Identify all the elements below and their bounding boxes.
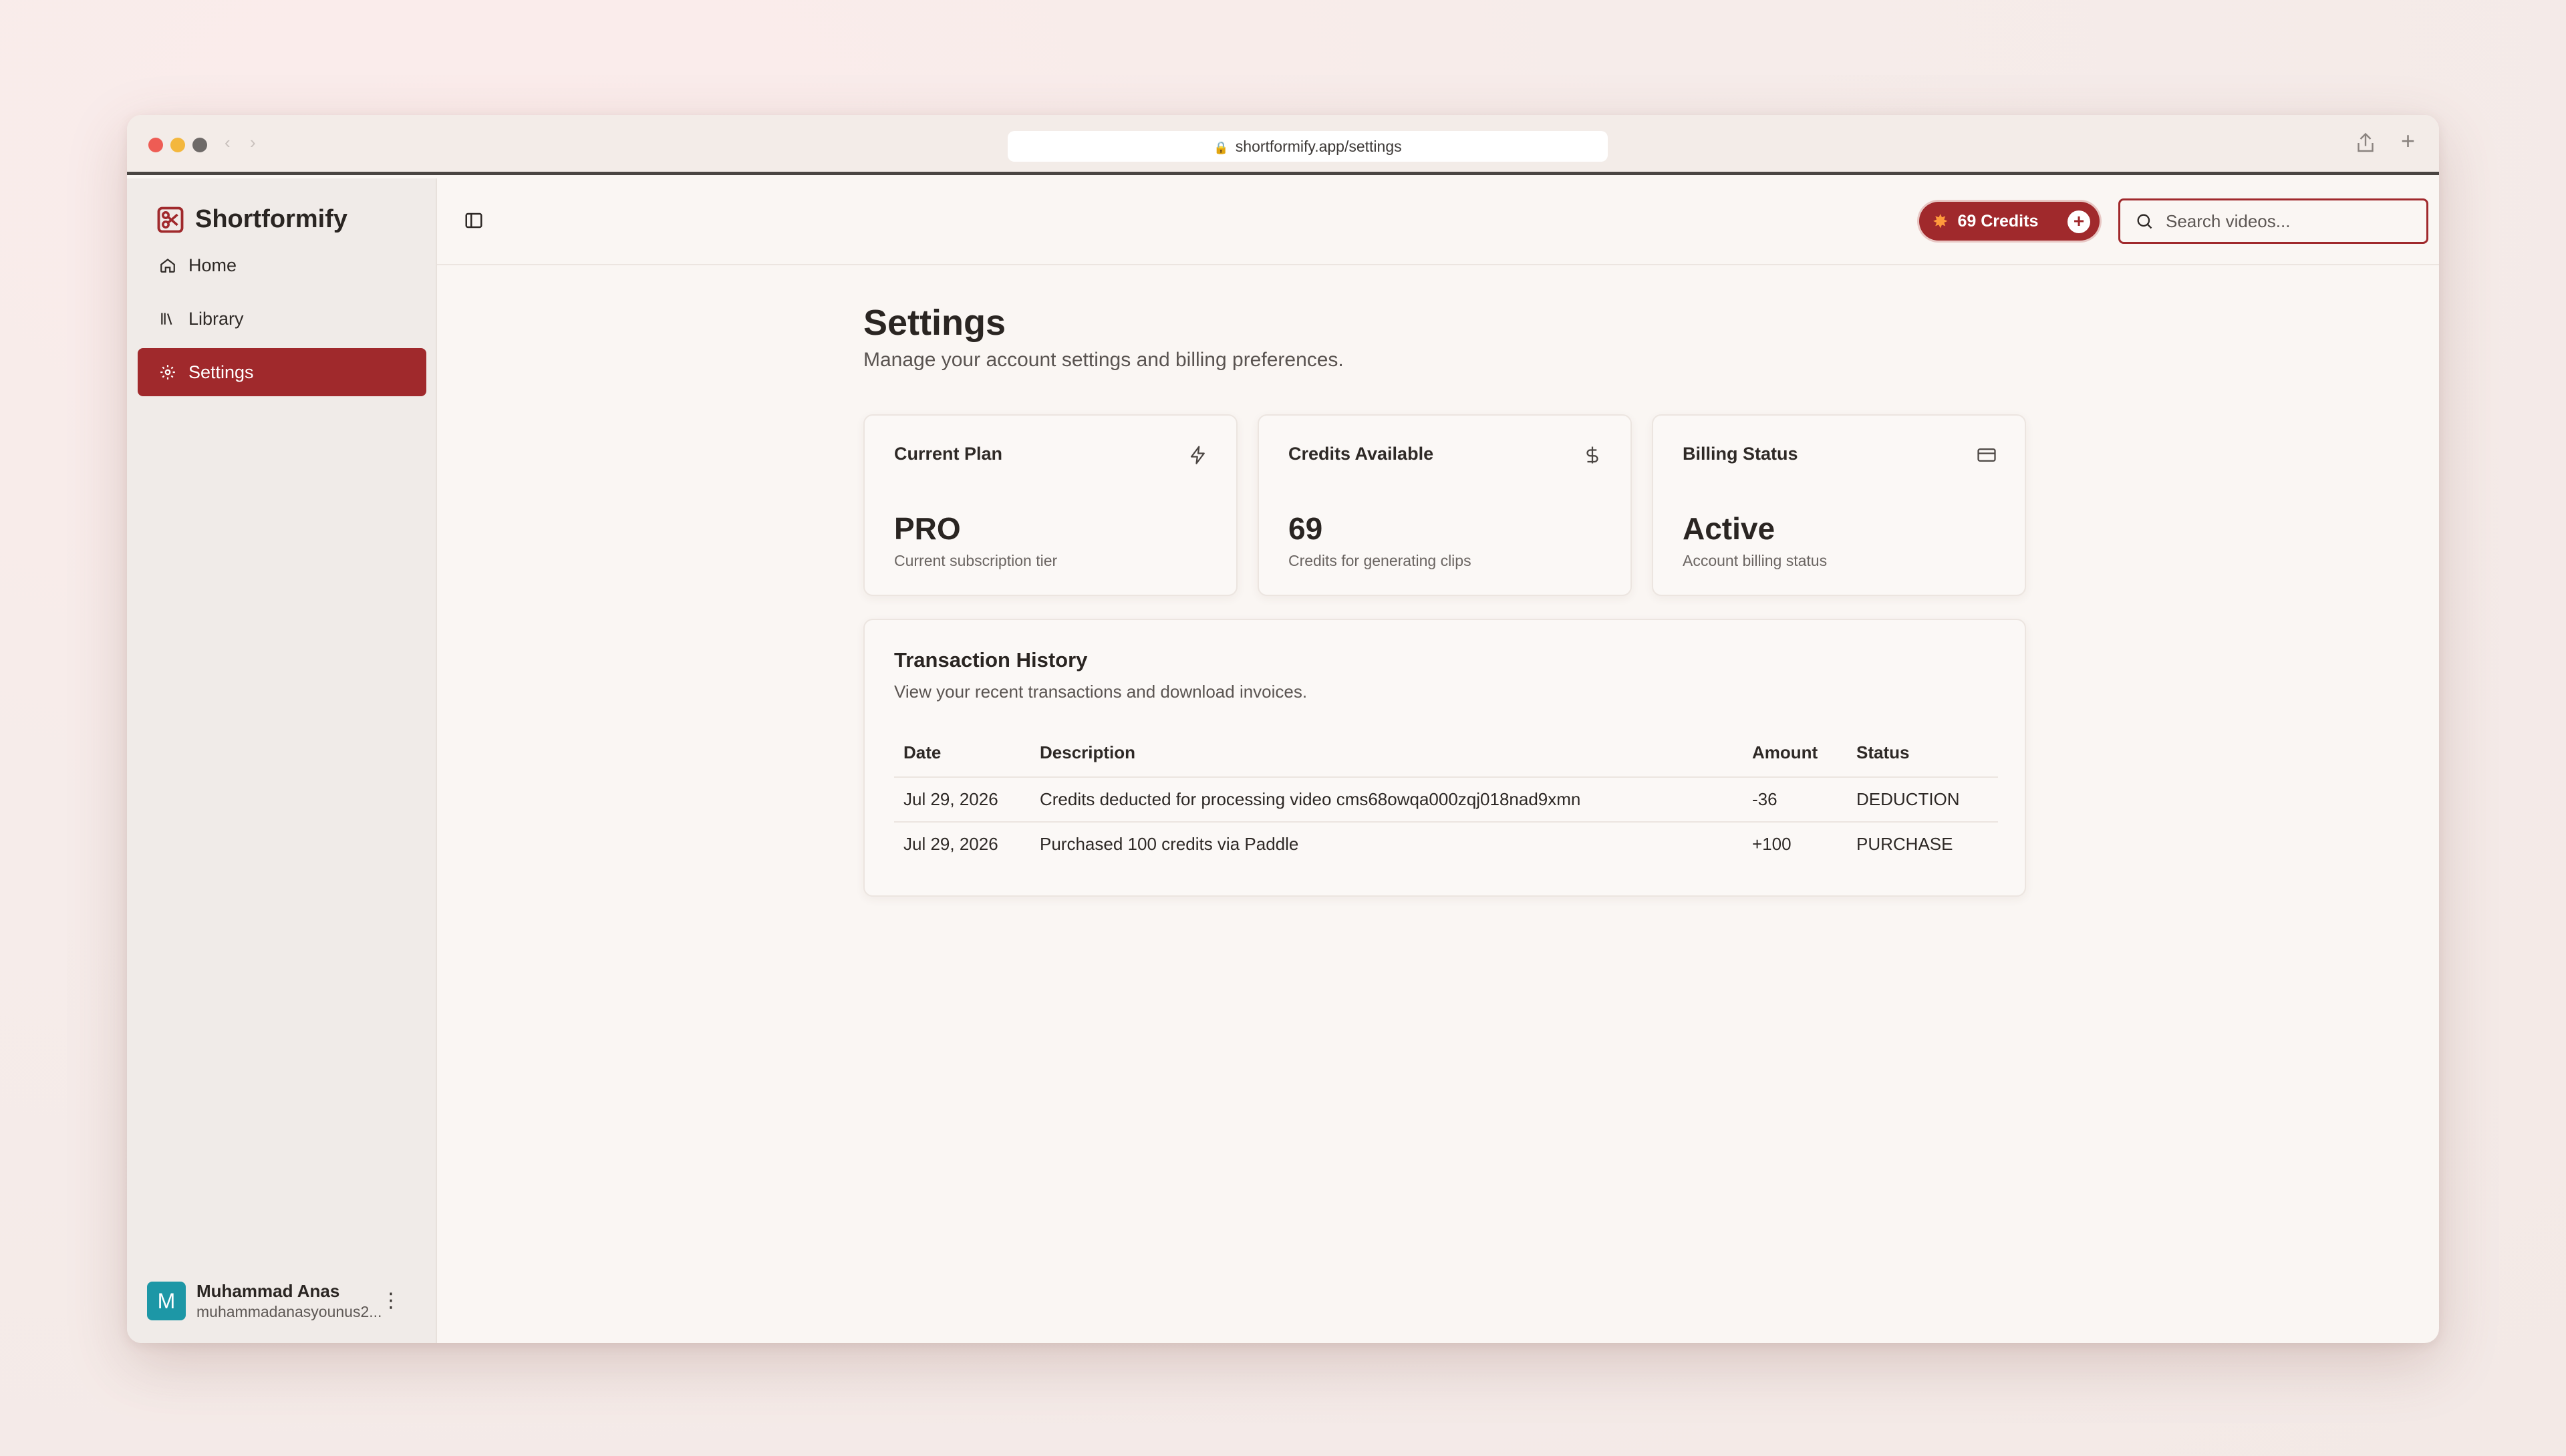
- page-subtitle: Manage your account settings and billing…: [863, 349, 1344, 371]
- credit-card-icon: [1977, 448, 1996, 462]
- stat-description: Account billing status: [1683, 552, 1828, 569]
- sidebar-item-label: Home: [188, 255, 237, 275]
- column-header-status: Status: [1847, 733, 1998, 778]
- cell-amount: -36: [1743, 777, 1847, 823]
- stat-description: Current subscription tier: [894, 552, 1058, 569]
- cell-description: Purchased 100 credits via Paddle: [1040, 834, 1299, 854]
- address-bar[interactable]: 🔒 shortformify.app/settings: [1008, 131, 1608, 162]
- zap-icon: [1190, 446, 1205, 464]
- stat-label: Billing Status: [1683, 444, 1798, 464]
- browser-titlebar: ‹ › 🔒 shortformify.app/settings +: [127, 115, 2439, 175]
- cell-status: PURCHASE: [1856, 834, 1953, 854]
- sidebar-item-label: Settings: [188, 361, 254, 382]
- search-box[interactable]: [2118, 198, 2428, 244]
- sidebar-item-label: Library: [188, 308, 244, 329]
- credits-button[interactable]: ✸ 69 Credits +: [1919, 202, 2100, 241]
- sidebar-item-home[interactable]: Home: [138, 241, 426, 289]
- stat-value: Active: [1683, 511, 1775, 546]
- billing-status-card: Billing Status Active Account billing st…: [1652, 414, 2026, 596]
- column-header-amount: Amount: [1743, 733, 1847, 778]
- section-subtitle: View your recent transactions and downlo…: [894, 682, 1308, 702]
- cell-description: Credits deducted for processing video cm…: [1030, 777, 1743, 823]
- dollar-icon: [1586, 446, 1598, 464]
- section-title: Transaction History: [894, 648, 1088, 672]
- stat-label: Credits Available: [1288, 444, 1434, 464]
- browser-window: ‹ › 🔒 shortformify.app/settings + Shortfo…: [127, 115, 2439, 1343]
- stat-value: 69: [1288, 511, 1323, 546]
- library-icon: [161, 313, 172, 325]
- user-profile[interactable]: M Muhammad Anas muhammadanasyounus2... ⋮: [147, 1281, 421, 1321]
- stat-label: Current Plan: [894, 444, 1003, 464]
- add-credits-icon[interactable]: +: [2068, 210, 2090, 233]
- new-tab-icon[interactable]: +: [2401, 127, 2415, 155]
- scissors-logo-icon: [157, 206, 184, 233]
- cell-date: Jul 29, 2026: [903, 834, 998, 854]
- table-row[interactable]: Jul 29, 2026 Credits deducted for proces…: [894, 777, 1998, 823]
- avatar: M: [147, 1282, 186, 1320]
- column-header-date: Date: [894, 733, 1030, 778]
- brand[interactable]: Shortformify: [156, 205, 347, 234]
- credits-available-card: Credits Available 69 Credits for generat…: [1258, 414, 1632, 596]
- transactions-table: Date Description Amount Status Jul 29, 2…: [894, 733, 1998, 866]
- home-icon: [160, 258, 175, 273]
- brand-name: Shortformify: [195, 205, 347, 233]
- sidebar: Shortformify Home Library Settings M Muh…: [127, 178, 437, 1343]
- sidebar-item-settings[interactable]: Settings: [138, 348, 426, 396]
- user-email: muhammadanasyounus2...: [196, 1303, 382, 1320]
- close-window-button[interactable]: [148, 138, 163, 152]
- cell-amount: +100: [1752, 834, 1792, 854]
- settings-content: Settings Manage your account settings an…: [863, 302, 2026, 897]
- minimize-window-button[interactable]: [170, 138, 185, 152]
- back-arrow-icon[interactable]: ‹: [225, 132, 231, 153]
- share-icon[interactable]: [2354, 131, 2378, 155]
- page-title: Settings: [863, 303, 1006, 343]
- current-plan-card: Current Plan PRO Current subscription ti…: [863, 414, 1238, 596]
- search-input[interactable]: [2166, 210, 2406, 232]
- column-header-description: Description: [1030, 733, 1743, 778]
- top-bar: ✸ 69 Credits +: [437, 178, 2439, 265]
- sidebar-item-library[interactable]: Library: [138, 295, 426, 343]
- lock-icon: 🔒: [1214, 141, 1229, 154]
- url-text: shortformify.app/settings: [1235, 138, 1402, 155]
- table-header-row: Date Description Amount Status: [894, 733, 1998, 778]
- cell-date: Jul 29, 2026: [894, 777, 1030, 823]
- cell-status: DEDUCTION: [1847, 777, 1998, 823]
- forward-arrow-icon[interactable]: ›: [250, 132, 256, 153]
- sidebar-toggle-icon[interactable]: [464, 210, 484, 231]
- zoom-window-button[interactable]: [192, 138, 207, 152]
- stat-value: PRO: [894, 511, 961, 546]
- search-icon: [2137, 214, 2152, 229]
- user-name: Muhammad Anas: [196, 1281, 340, 1301]
- more-vertical-icon[interactable]: ⋮: [381, 1289, 401, 1312]
- transaction-history-card: Transaction History View your recent tra…: [863, 619, 2026, 897]
- stats-row: Current Plan PRO Current subscription ti…: [863, 414, 2026, 596]
- credits-label: 69 Credits: [1957, 211, 2039, 231]
- gear-icon: [160, 365, 175, 380]
- stat-description: Credits for generating clips: [1288, 552, 1471, 569]
- sparkle-icon: ✸: [1933, 210, 1949, 232]
- table-row[interactable]: Jul 29, 2026 Purchased 100 credits via P…: [894, 822, 1998, 866]
